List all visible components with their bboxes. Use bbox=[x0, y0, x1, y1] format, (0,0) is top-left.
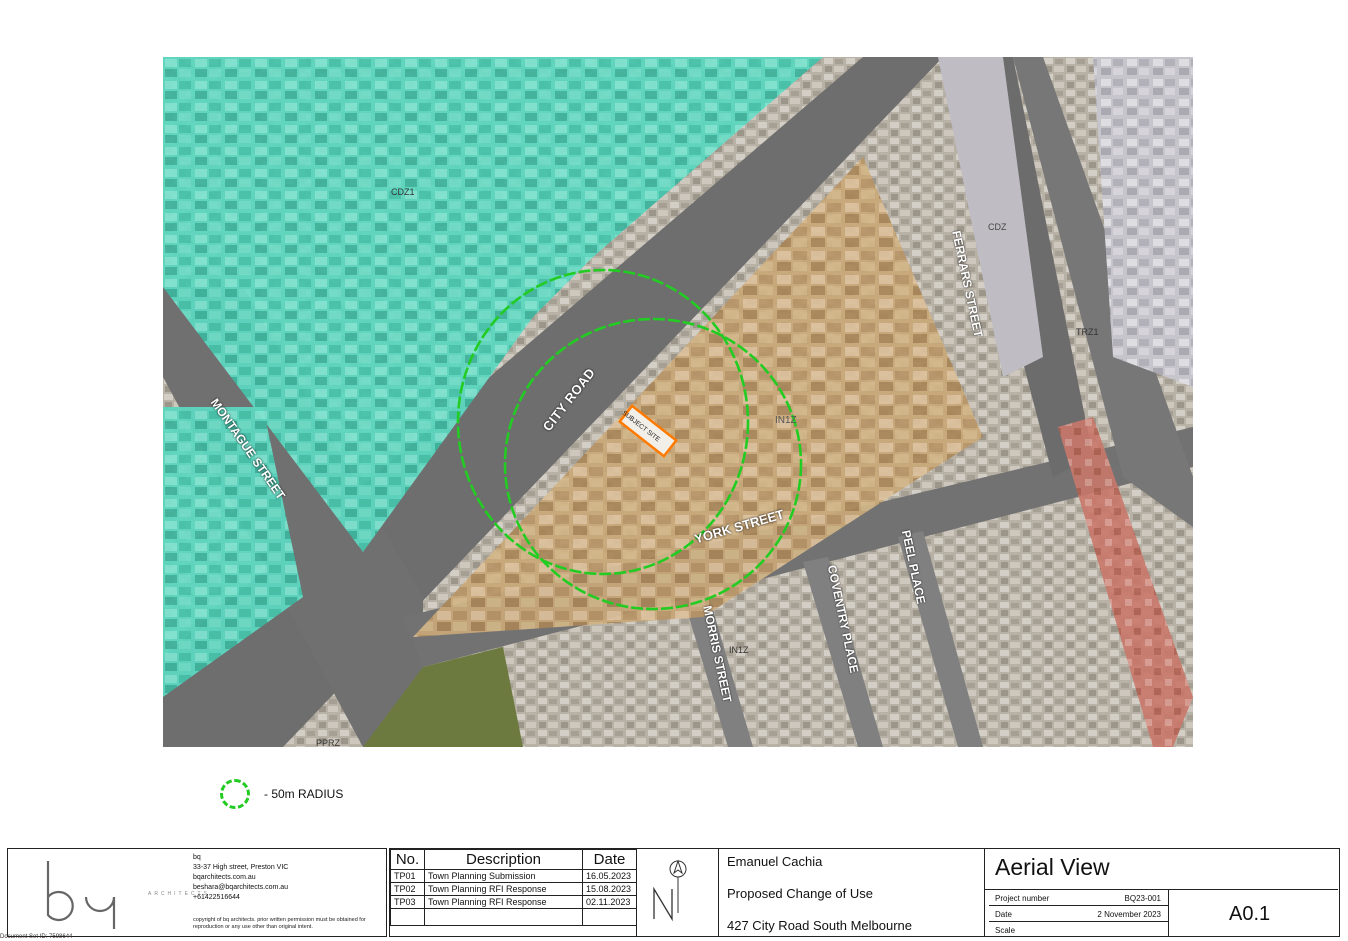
revision-description: Town Planning Submission bbox=[424, 869, 583, 883]
revision-description: Town Planning RFI Response bbox=[424, 895, 583, 909]
zone-label-pprz: PPRZ bbox=[316, 738, 341, 747]
project-address: 427 City Road South Melbourne bbox=[727, 918, 913, 933]
revision-no: TP02 bbox=[390, 882, 425, 896]
zone-label-cdz1: CDZ1 bbox=[391, 187, 415, 197]
north-arrow-box bbox=[637, 848, 719, 937]
revision-table-box: No. Description Date TP01 Town Planning … bbox=[389, 848, 637, 937]
firm-name: bq bbox=[193, 854, 201, 861]
project-number-label: Project number bbox=[995, 894, 1050, 903]
zone-label-in1z: IN1Z bbox=[775, 415, 797, 426]
project-name: Proposed Change of Use bbox=[727, 886, 873, 901]
revision-date: 02.11.2023 bbox=[582, 895, 637, 909]
revision-no: TP03 bbox=[390, 895, 425, 909]
sheet-title-box: Aerial View Project number BQ23-001 Date… bbox=[985, 848, 1340, 937]
sheet-info-grid: Project number BQ23-001 Date 2 November … bbox=[989, 889, 1169, 937]
firm-phone: +61422516644 bbox=[193, 894, 240, 901]
aerial-map-canvas bbox=[163, 57, 1193, 747]
radius-ring-icon bbox=[220, 779, 250, 809]
copyright-notice: copyright of bq architects. prior writte… bbox=[193, 917, 366, 930]
north-arrow-icon bbox=[653, 859, 687, 922]
zone-label-cdz: CDZ bbox=[988, 222, 1007, 232]
legend-label: - 50m RADIUS bbox=[264, 787, 344, 801]
document-set-id: Document Set ID: 7598644 bbox=[0, 934, 73, 940]
firm-address-block: bq 33-37 High street, Preston VIC bqarch… bbox=[193, 853, 288, 903]
table-row: TP02 Town Planning RFI Response 15.08.20… bbox=[390, 882, 637, 896]
project-details-box: Emanuel Cachia Proposed Change of Use 42… bbox=[719, 848, 985, 937]
sheet-date: 2 November 2023 bbox=[1097, 910, 1161, 919]
revision-header-description: Description bbox=[424, 849, 583, 870]
aerial-map: CITY ROAD MONTAGUE STREET YORK STREET FE… bbox=[163, 57, 1193, 747]
date-label: Date bbox=[995, 910, 1012, 919]
revision-header-row: No. Description Date bbox=[390, 849, 637, 870]
revision-date: 15.08.2023 bbox=[582, 882, 637, 896]
firm-details-box: bq ARCHITECTS bq 33-37 High street, Pres… bbox=[7, 848, 387, 937]
project-number: BQ23-001 bbox=[1124, 894, 1161, 903]
project-number-row: Project number BQ23-001 bbox=[989, 890, 1169, 906]
revision-header-no: No. bbox=[390, 849, 425, 870]
table-row-empty bbox=[390, 908, 637, 926]
date-row: Date 2 November 2023 bbox=[989, 906, 1169, 922]
table-row: TP01 Town Planning Submission 16.05.2023 bbox=[390, 869, 637, 883]
revision-description: Town Planning RFI Response bbox=[424, 882, 583, 896]
revision-table: No. Description Date TP01 Town Planning … bbox=[390, 849, 637, 926]
revision-no: TP01 bbox=[390, 869, 425, 883]
zone-label-trz1: TRZ1 bbox=[1076, 327, 1099, 337]
firm-address: 33-37 High street, Preston VIC bbox=[193, 864, 289, 871]
scale-label: Scale bbox=[995, 926, 1016, 935]
table-row: TP03 Town Planning RFI Response 02.11.20… bbox=[390, 895, 637, 909]
client-name: Emanuel Cachia bbox=[727, 854, 823, 869]
scale-row: Scale bbox=[989, 922, 1169, 938]
sheet-title: Aerial View bbox=[995, 854, 1110, 880]
sheet-number: A0.1 bbox=[1229, 903, 1271, 925]
firm-website: bqarchitects.com.au bbox=[193, 874, 256, 881]
revision-date: 16.05.2023 bbox=[582, 869, 637, 883]
revision-header-date: Date bbox=[582, 849, 637, 870]
firm-email: beshara@bqarchitects.com.au bbox=[193, 884, 289, 891]
firm-logo-text: bq bbox=[26, 857, 28, 858]
firm-logo-icon: bq bbox=[26, 857, 116, 929]
zone-label-in1z-lower: IN1Z bbox=[729, 645, 749, 655]
map-legend: - 50m RADIUS bbox=[220, 776, 343, 812]
